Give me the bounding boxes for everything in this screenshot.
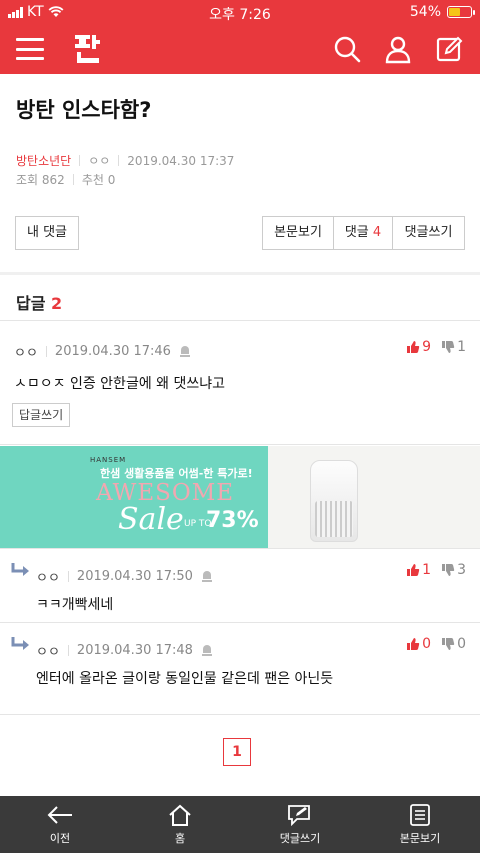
comment-meta: ㅇㅇ 2019.04.30 17:46 (14, 342, 191, 361)
search-icon[interactable] (332, 34, 362, 64)
comment-body: 엔터에 올라온 글이랑 동일인물 같은데 팬은 아닌듯 (36, 671, 334, 687)
reply-arrow-icon (11, 563, 29, 576)
ad-sale: Sale (118, 502, 184, 537)
comment-author: ㅇㅇ (36, 571, 60, 586)
comment-meta: ㅇㅇ 2019.04.30 17:50 (36, 567, 213, 586)
document-icon (410, 804, 430, 826)
post-title: 방탄 인스타함? (16, 98, 152, 122)
nav-view-post-label: 본문보기 (399, 832, 441, 845)
nav-write-comment-button[interactable]: 댓글쓰기 (240, 796, 360, 853)
downvote-button[interactable]: 0 (441, 636, 466, 652)
comment-date: 2019.04.30 17:50 (76, 569, 193, 584)
upvote-button[interactable]: 1 (406, 562, 431, 578)
thumbs-down-icon (442, 564, 455, 576)
comments-count: 4 (372, 225, 382, 240)
replies-header: 답글 2 (16, 290, 62, 314)
comment-votes: 1 3 (406, 562, 466, 578)
post-meta: 방탄소년단 ㅇㅇ 2019.04.30 17:37 (16, 152, 234, 169)
user-icon[interactable] (383, 34, 413, 64)
nav-home-label: 홈 (174, 832, 186, 845)
battery-percent: 54% (409, 4, 441, 20)
comment-body: ㅋㅋ개빡세네 (36, 597, 114, 613)
comment-meta: ㅇㅇ 2019.04.30 17:48 (36, 641, 213, 660)
upvote-count: 9 (422, 339, 432, 355)
upvote-count: 0 (422, 636, 432, 652)
comment-date: 2019.04.30 17:48 (76, 643, 193, 658)
downvote-button[interactable]: 1 (441, 339, 466, 355)
write-icon[interactable] (434, 34, 464, 64)
comment-votes: 9 1 (406, 339, 466, 355)
upvote-count: 1 (422, 562, 432, 578)
status-bar: KT 오후 7:26 54% (0, 0, 480, 24)
clock: 오후 7:26 (209, 7, 271, 23)
ad-tagline: 한샘 생활용품을 어썸-한 특가로! (100, 467, 253, 480)
nav-prev-label: 이전 (49, 832, 71, 845)
downvote-count: 1 (457, 339, 466, 355)
downvote-count: 0 (457, 636, 466, 652)
nav-write-comment-label: 댓글쓰기 (279, 832, 321, 845)
home-icon (169, 804, 191, 826)
comment-date: 2019.04.30 17:46 (54, 344, 171, 359)
nav-home-button[interactable]: 홈 (120, 796, 240, 853)
post-views: 조회 862 (16, 173, 65, 187)
reply-write-button[interactable]: 답글쓰기 (12, 403, 71, 427)
comment-author: ㅇㅇ (14, 346, 38, 361)
post-stats: 조회 862 추천 0 (16, 171, 115, 188)
ad-brand: HANSEM (90, 456, 127, 464)
write-comment-button[interactable]: 댓글쓰기 (392, 216, 465, 250)
comment-write-icon (288, 805, 310, 827)
nav-prev-button[interactable]: 이전 (0, 796, 120, 853)
battery-icon (447, 6, 475, 18)
ad-banner[interactable]: HANSEM 한샘 생활용품을 어썸-한 특가로! AWESOME Sale U… (0, 446, 480, 548)
thumbs-up-icon (407, 341, 420, 353)
reply-arrow-icon (11, 637, 29, 650)
upvote-button[interactable]: 0 (406, 636, 431, 652)
post-author: ㅇㅇ (88, 154, 111, 168)
post-date: 2019.04.30 17:37 (127, 153, 235, 168)
bottom-nav: 이전 홈 댓글쓰기 본문보기 (0, 796, 480, 853)
board-link[interactable]: 방탄소년단 (16, 152, 71, 169)
page-number[interactable]: 1 (223, 738, 251, 766)
nav-view-post-button[interactable]: 본문보기 (360, 796, 480, 853)
ad-product-image (268, 446, 480, 548)
thumbs-up-icon (407, 564, 420, 576)
replies-label: 답글 (16, 294, 46, 313)
thumbs-down-icon (442, 341, 455, 353)
mobile-icon (201, 644, 212, 656)
mobile-icon (201, 570, 212, 582)
mobile-icon (179, 345, 190, 357)
downvote-button[interactable]: 3 (441, 562, 466, 578)
app-header (0, 24, 480, 74)
replies-count: 2 (51, 294, 63, 313)
upvote-button[interactable]: 9 (406, 339, 431, 355)
humidifier-image (310, 460, 358, 542)
downvote-count: 3 (457, 562, 466, 578)
comments-tab-button[interactable]: 댓글 4 (333, 216, 393, 250)
comment-votes: 0 0 (406, 636, 466, 652)
comments-label: 댓글 (344, 225, 369, 240)
view-post-button[interactable]: 본문보기 (262, 216, 334, 250)
ad-percent: 73% (206, 508, 259, 533)
comment-body: ㅅㅁㅇㅈ 인증 안한글에 왜 댓쓰냐고 (14, 376, 225, 392)
comment-author: ㅇㅇ (36, 645, 60, 660)
thumbs-down-icon (442, 638, 455, 650)
pann-logo[interactable] (70, 32, 104, 66)
menu-icon[interactable] (16, 38, 44, 60)
my-comments-button[interactable]: 내 댓글 (15, 216, 79, 250)
thumbs-up-icon (407, 638, 420, 650)
back-arrow-icon (47, 806, 72, 824)
post-recommends: 추천 0 (81, 173, 116, 187)
